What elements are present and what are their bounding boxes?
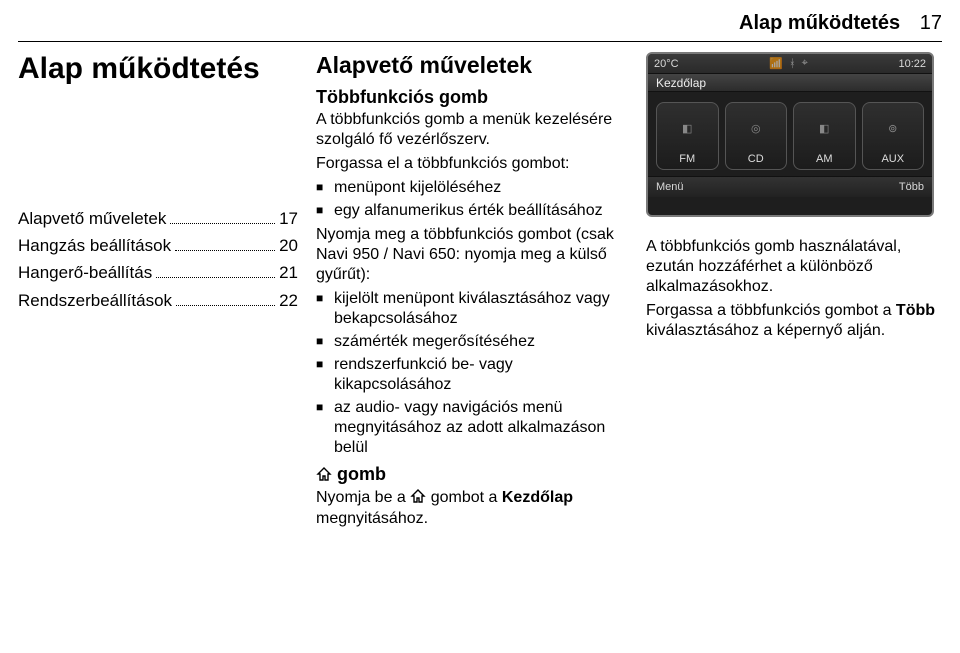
text: Forgassa a többfunkciós gombot a [646,302,896,319]
subheading: Többfunkciós gomb [316,87,628,108]
toc-row: Alapvető műveletek 17 [18,205,298,232]
list-item: kijelölt menüpont kiválasztásához vagy b… [316,289,628,329]
list-item: egy alfanumerikus érték beállításához [316,201,628,221]
table-of-contents: Alapvető műveletek 17 Hangzás beállításo… [18,205,298,314]
bullet-list: kijelölt menüpont kiválasztásához vagy b… [316,289,628,458]
screen-time: 10:22 [898,58,926,70]
paragraph: A többfunkciós gomb a menük kezelésére s… [316,110,628,150]
toc-row: Rendszerbeállítások 22 [18,287,298,314]
section-heading: Alapvető műveletek [316,52,628,79]
screen-tile: ◧ AM [793,102,856,170]
tile-label: AUX [881,153,904,165]
toc-dots [176,292,275,306]
screen-indicators: 📶 ᚼ ⌖ [769,57,808,70]
running-page-number: 17 [920,12,942,34]
toc-label: Rendszerbeállítások [18,287,172,314]
paragraph: A többfunkciós gomb használatával, ezutá… [646,237,942,297]
toc-page: 21 [279,259,298,286]
toc-row: Hangzás beállítások 20 [18,232,298,259]
toc-page: 20 [279,232,298,259]
subheading: gomb [316,464,628,486]
list-item: rendszerfunkció be- vagy kikapcsolásához [316,355,628,395]
toc-page: 17 [279,205,298,232]
text: Nyomja be a [316,489,410,506]
paragraph: Forgassa el a többfunkciós gombot: [316,154,628,174]
screen-bottombar: Menü Több [648,176,932,197]
aux-icon: ⊚ [888,103,897,153]
column-1: Alap működtetés Alapvető műveletek 17 Ha… [18,52,298,533]
screen-tile: ◧ FM [656,102,719,170]
toc-label: Hangzás beállítások [18,232,171,259]
tile-label: AM [816,153,833,165]
toc-row: Hangerő-beállítás 21 [18,259,298,286]
chapter-title: Alap működtetés [18,52,298,85]
running-title: Alap működtetés [739,12,900,34]
text: gombot a [431,489,502,506]
subheading-text: gomb [337,464,386,484]
list-item: számérték megerősítéséhez [316,332,628,352]
home-icon [410,489,426,509]
columns: Alap működtetés Alapvető műveletek 17 Ha… [18,52,942,533]
bullet-list: menüpont kijelöléséhez egy alfanumerikus… [316,178,628,221]
list-item: az audio- vagy navigációs menü megnyitás… [316,398,628,458]
toc-label: Alapvető műveletek [18,205,166,232]
toc-dots [175,238,275,252]
radio-icon: ◧ [682,103,692,153]
tile-label: FM [679,153,695,165]
nav-icon: ⌖ [802,57,808,70]
screen-title: Kezdőlap [648,74,932,92]
column-3: 20°C 📶 ᚼ ⌖ 10:22 Kezdőlap ◧ FM ◎ [646,52,942,533]
screen-topbar: 20°C 📶 ᚼ ⌖ 10:22 [648,54,932,74]
infotainment-screenshot: 20°C 📶 ᚼ ⌖ 10:22 Kezdőlap ◧ FM ◎ [646,52,934,217]
screen-tile: ◎ CD [725,102,788,170]
home-icon [316,465,332,486]
column-2: Alapvető műveletek Többfunkciós gomb A t… [316,52,628,533]
disc-icon: ◎ [751,103,761,153]
toc-dots [156,265,275,279]
screen-bottom-left: Menü [656,181,684,193]
screen-tile-grid: ◧ FM ◎ CD ◧ AM ⊚ AUX [648,92,932,176]
text: megnyitásához. [316,510,428,527]
bluetooth-icon: ᚼ [789,58,796,70]
tile-label: CD [748,153,764,165]
bold-text: Kezdőlap [502,489,573,506]
screen-tile: ⊚ AUX [862,102,925,170]
toc-page: 22 [279,287,298,314]
paragraph: Nyomja meg a többfunkciós gombot (csak N… [316,225,628,285]
list-item: menüpont kijelöléséhez [316,178,628,198]
toc-dots [170,210,275,224]
divider [18,41,942,42]
paragraph: Nyomja be a gombot a Kezdőlap megnyitásá… [316,488,628,529]
signal-icon: 📶 [769,57,783,70]
paragraph: Forgassa a többfunkciós gombot a Több ki… [646,301,942,341]
toc-label: Hangerő-beállítás [18,259,152,286]
running-head: Alap működtetés 17 [18,12,942,35]
radio-icon: ◧ [819,103,829,153]
bold-text: Több [896,302,935,319]
text: kiválasztásához a képernyő alján. [646,322,885,339]
screen-bottom-right: Több [899,181,924,193]
screen-temp: 20°C [654,58,679,70]
manual-page: Alap működtetés 17 Alap működtetés Alapv… [0,0,960,653]
